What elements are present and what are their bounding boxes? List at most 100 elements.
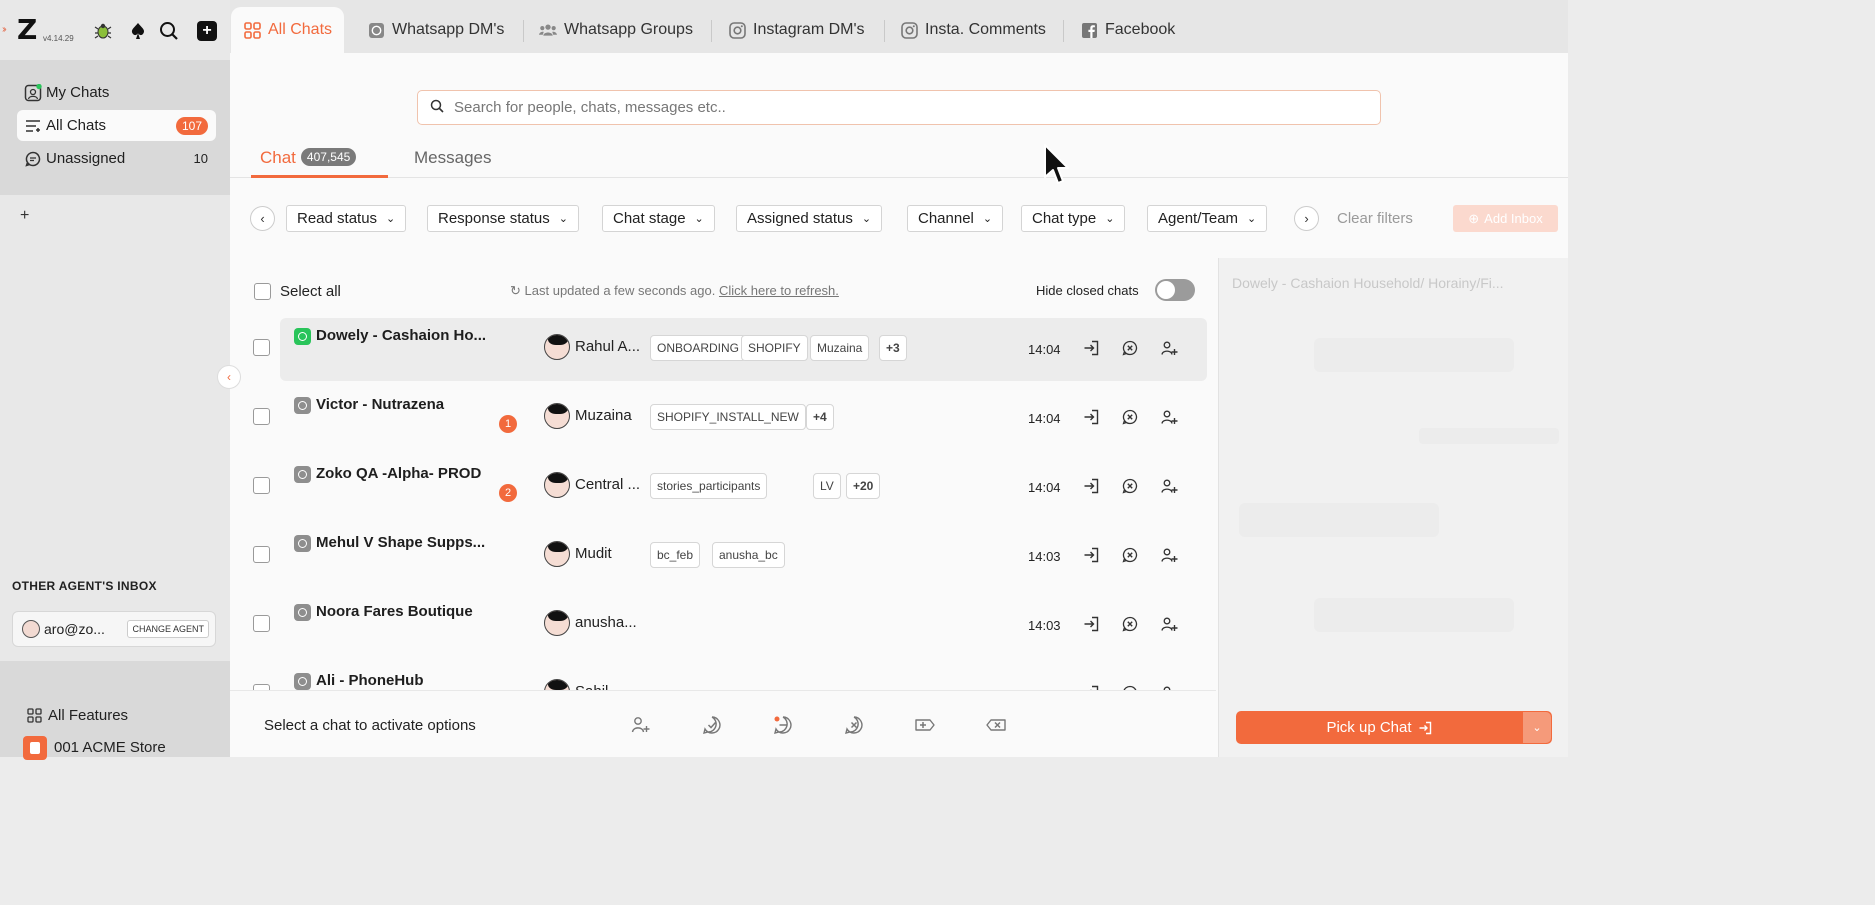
tab-insta-comments[interactable]: Insta. Comments (888, 7, 1058, 53)
row-checkbox[interactable] (253, 339, 270, 356)
tab-label: Insta. Comments (925, 21, 1046, 38)
tab-label: Whatsapp DM's (392, 21, 505, 38)
tab-label: Facebook (1105, 21, 1176, 38)
bug-icon[interactable] (92, 20, 114, 42)
close-chat-icon[interactable] (843, 714, 865, 736)
more-tags-badge[interactable]: +4 (806, 404, 834, 430)
pick-up-chat-button[interactable]: Pick up Chat ⌄ (1236, 711, 1552, 744)
tab-facebook[interactable]: Facebook (1068, 7, 1187, 53)
more-tags-badge[interactable]: +3 (879, 335, 907, 361)
assign-agent-icon[interactable] (1159, 407, 1179, 427)
chat-row[interactable]: Ali - PhoneHub Sahil (230, 663, 1216, 690)
app-version: v4.14.29 (43, 34, 74, 43)
filter-read-status[interactable]: Read status ⌄ (286, 205, 407, 232)
chat-row[interactable]: Victor - Nutrazena 1 Muzaina SHOPIFY_INSTAL… (230, 387, 1216, 456)
tab-label: Whatsapp Groups (564, 21, 693, 38)
hide-closed-toggle[interactable] (1155, 279, 1195, 301)
change-agent-button[interactable]: CHANGE AGENT (127, 620, 209, 638)
filter-response-status[interactable]: Response status ⌄ (427, 205, 579, 232)
filter-chat-type[interactable]: Chat type ⌄ (1021, 205, 1126, 232)
chevron-down-icon[interactable]: ⌄ (1523, 712, 1551, 743)
preview-chat-title: Dowely - Cashaion Household/ Horainy/Fi.… (1232, 275, 1504, 291)
tab-whatsapp-dms[interactable]: Whatsapp DM's (355, 7, 516, 53)
assign-agent-icon[interactable] (1159, 614, 1179, 634)
chat-tag[interactable]: anusha_bc (712, 542, 785, 568)
message-bubble (1314, 598, 1514, 632)
spade-icon[interactable] (127, 20, 149, 42)
chat-row[interactable]: Mehul V Shape Supps... Mudit bc_feb anusha_… (230, 525, 1216, 594)
chat-preview-pane: Dowely - Cashaion Household/ Horainy/Fi.… (1218, 258, 1568, 757)
row-checkbox[interactable] (253, 477, 270, 494)
sidebar-item-unassigned[interactable]: Unassigned 10 (17, 143, 216, 174)
chat-tag[interactable]: ONBOARDING (650, 335, 747, 361)
tab-whatsapp-groups[interactable]: Whatsapp Groups (527, 7, 705, 53)
chat-tag[interactable]: SHOPIFY (741, 335, 808, 361)
assign-agent-icon[interactable] (1159, 545, 1179, 565)
last-updated-text: Last updated a few seconds ago. (524, 283, 716, 298)
mark-done-icon[interactable] (701, 714, 723, 736)
row-checkbox[interactable] (253, 615, 270, 632)
assign-agent-icon[interactable] (1159, 683, 1179, 690)
pick-up-icon[interactable] (1081, 683, 1101, 690)
new-chat-icon[interactable]: + (196, 20, 218, 42)
chevron-down-icon: ⌄ (386, 213, 396, 225)
pick-up-icon[interactable] (1081, 476, 1101, 496)
search-input[interactable]: Search for people, chats, messages etc.. (417, 90, 1381, 125)
chat-tag[interactable]: SHOPIFY_INSTALL_NEW (650, 404, 806, 430)
scroll-filters-right-button[interactable]: › (1294, 206, 1319, 231)
filter-agent-team[interactable]: Agent/Team ⌄ (1147, 205, 1268, 232)
agent-selector[interactable]: aro@zo... CHANGE AGENT (12, 611, 216, 647)
add-inbox-plus-button[interactable]: + (20, 207, 29, 225)
remove-tag-icon[interactable] (985, 714, 1007, 736)
store-icon (23, 735, 47, 760)
chat-tag[interactable]: Muzaina (810, 335, 870, 361)
close-chat-icon[interactable] (1120, 407, 1140, 427)
row-checkbox[interactable] (253, 546, 270, 563)
chat-row[interactable]: Dowely - Cashaion Ho... Rahul A... ONBOARD… (230, 318, 1216, 387)
chat-row[interactable]: Zoko QA -Alpha- PROD 2 Central ... stories_… (230, 456, 1216, 525)
pick-up-icon[interactable] (1081, 545, 1101, 565)
assign-agent-icon[interactable] (630, 714, 652, 736)
expand-chevron-icon[interactable]: ›› (2, 24, 6, 35)
add-tag-icon[interactable] (914, 714, 936, 736)
close-chat-icon[interactable] (1120, 476, 1140, 496)
close-chat-icon[interactable] (1120, 338, 1140, 358)
add-inbox-button[interactable]: ⊕ Add Inbox (1453, 205, 1558, 232)
add-inbox-label: Add Inbox (1484, 211, 1543, 226)
clear-filters-button[interactable]: Clear filters (1337, 210, 1413, 227)
tab-messages[interactable]: Messages (414, 148, 491, 168)
tab-chat[interactable]: Chat 407,545 (260, 148, 357, 168)
refresh-link[interactable]: Click here to refresh. (719, 283, 839, 298)
chat-row[interactable]: Noora Fares Boutique anusha... 14:03 (230, 594, 1216, 663)
collapse-sidebar-button[interactable]: ‹ (217, 365, 241, 389)
chat-tag[interactable]: LV (813, 473, 841, 499)
sidebar-item-all-chats[interactable]: All Chats 107 (17, 110, 216, 141)
pick-up-icon[interactable] (1081, 338, 1101, 358)
tab-instagram-dms[interactable]: Instagram DM's (716, 7, 877, 53)
pick-up-icon[interactable] (1081, 614, 1101, 634)
close-chat-icon[interactable] (1120, 614, 1140, 634)
close-chat-icon[interactable] (1120, 683, 1140, 690)
scroll-filters-left-button[interactable]: ‹ (250, 206, 275, 231)
select-all-checkbox[interactable] (254, 283, 271, 300)
close-chat-icon[interactable] (1120, 545, 1140, 565)
mark-unread-icon[interactable] (772, 714, 794, 736)
assign-agent-icon[interactable] (1159, 476, 1179, 496)
last-message-time: 14:03 (1028, 549, 1061, 564)
chat-tag[interactable]: stories_participants (650, 473, 768, 499)
chat-nav: My Chats All Chats 107 Unassigned 10 (0, 60, 230, 195)
chat-tag[interactable]: bc_feb (650, 542, 701, 568)
tab-divider (1063, 20, 1064, 42)
row-checkbox[interactable] (253, 408, 270, 425)
sidebar-item-my-chats[interactable]: My Chats (17, 77, 216, 108)
filter-assigned-status[interactable]: Assigned status ⌄ (736, 205, 883, 232)
filter-chat-stage[interactable]: Chat stage ⌄ (602, 205, 715, 232)
filter-label: Agent/Team (1158, 210, 1239, 227)
filter-label: Response status (438, 210, 550, 227)
search-icon[interactable] (158, 20, 180, 42)
tab-all-chats[interactable]: All Chats (231, 7, 345, 53)
filter-channel[interactable]: Channel ⌄ (907, 205, 1004, 232)
assign-agent-icon[interactable] (1159, 338, 1179, 358)
more-tags-badge[interactable]: +20 (846, 473, 881, 499)
pick-up-icon[interactable] (1081, 407, 1101, 427)
